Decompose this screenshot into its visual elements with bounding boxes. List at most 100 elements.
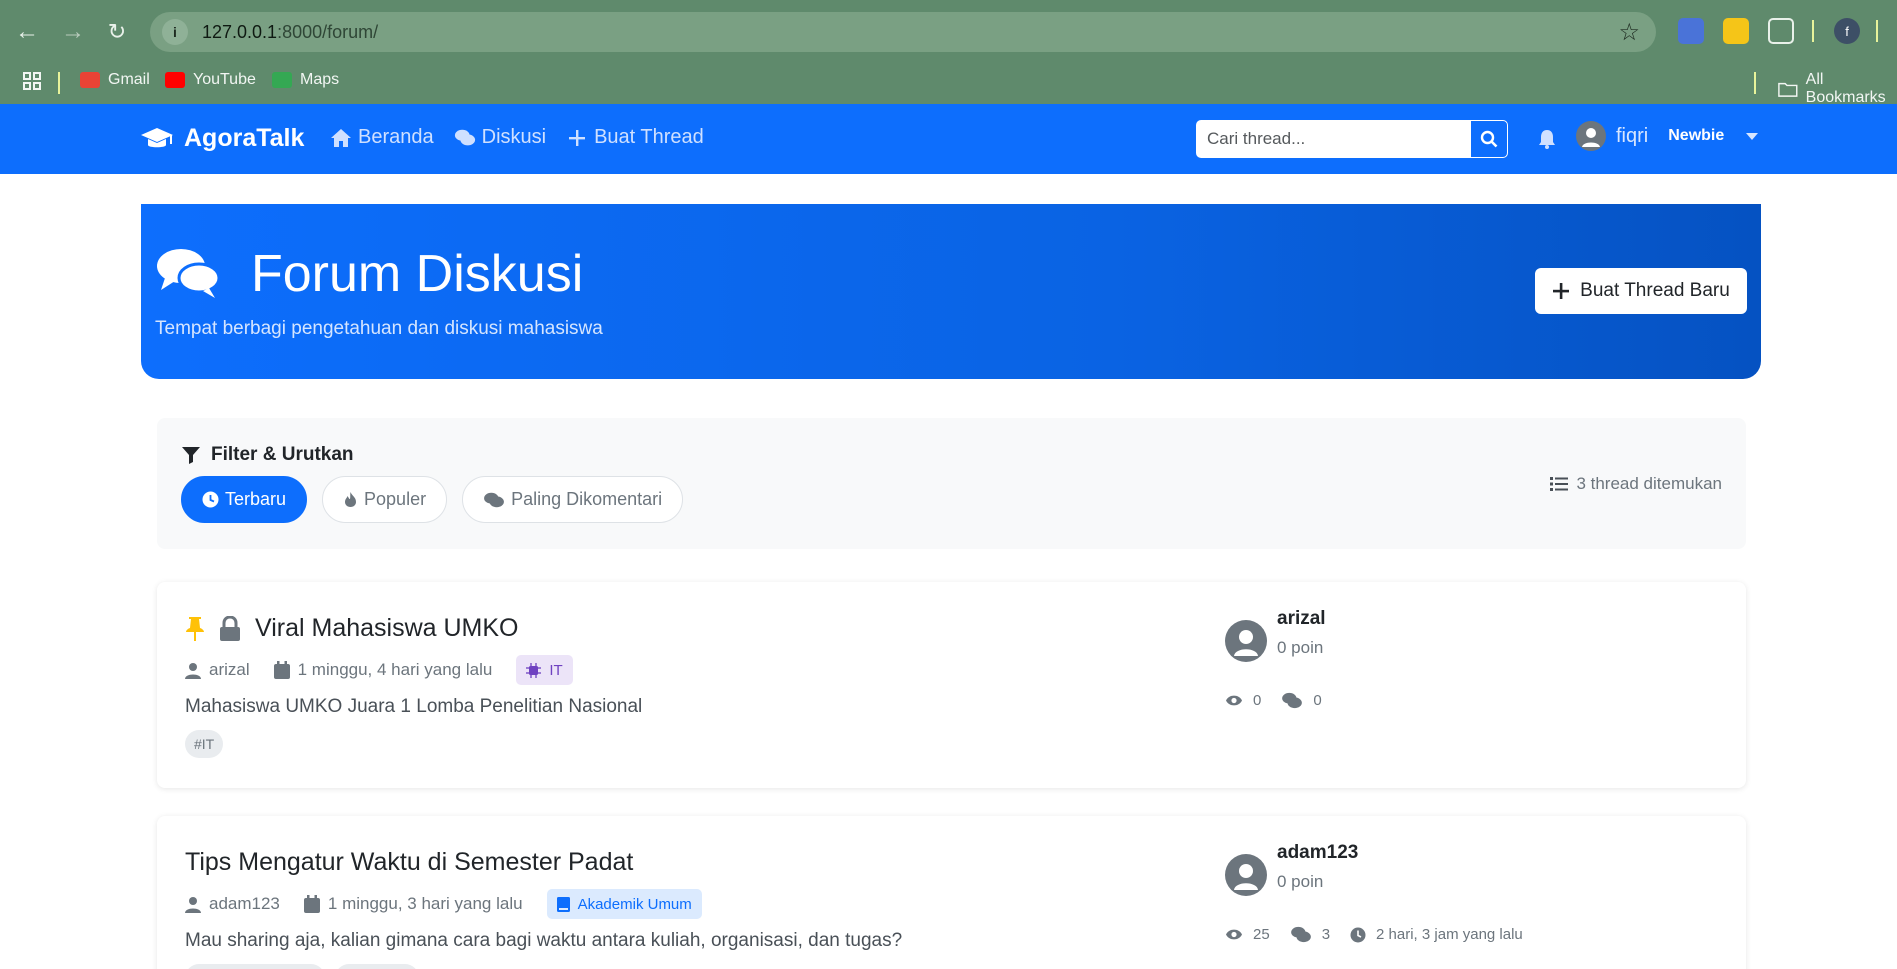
thread-meta: adam123 1 minggu, 3 hari yang lalu Akade… (185, 889, 702, 919)
sort-terbaru[interactable]: Terbaru (181, 476, 308, 523)
comment-count-value: 0 (1313, 692, 1322, 709)
eye-icon (1226, 695, 1242, 706)
folder-icon (1778, 82, 1798, 97)
pin-icon (186, 616, 204, 641)
thread-title[interactable]: Tips Mengatur Waktu di Semester Padat (185, 848, 633, 877)
user-icon (1234, 630, 1258, 656)
url-text: 127.0.0.1:8000/forum/ (202, 22, 378, 43)
search-button[interactable] (1470, 120, 1508, 158)
thread-stats: 0 0 (1225, 692, 1332, 709)
user-icon (185, 896, 201, 913)
forward-icon[interactable]: → (55, 14, 91, 50)
category-badge[interactable]: Akademik Umum (546, 889, 702, 919)
view-count: 25 (1225, 926, 1270, 943)
search-icon (1480, 130, 1498, 148)
category-badge[interactable]: IT (516, 655, 573, 685)
post-time: 1 minggu, 4 hari yang lalu (297, 660, 493, 679)
thread-card[interactable]: Tips Mengatur Waktu di Semester Padat ad… (157, 816, 1746, 969)
filter-heading: Filter & Urutkan (181, 444, 354, 466)
plus-icon (569, 129, 586, 146)
thread-title-row: Viral Mahasiswa UMKO (185, 614, 519, 643)
comments-icon (484, 492, 504, 507)
eye-icon (1226, 929, 1242, 940)
url-host: 127.0.0.1 (202, 21, 278, 42)
nav-links: Beranda Diskusi Buat Thread (330, 126, 704, 149)
thread-date: 1 minggu, 3 hari yang lalu (303, 894, 523, 914)
filter-panel: Filter & Urutkan Terbaru Populer Paling … (157, 418, 1746, 549)
sort-paling-dikomentari[interactable]: Paling Dikomentari (462, 476, 684, 523)
notification-bell-icon[interactable] (1536, 128, 1558, 150)
search-input[interactable] (1196, 120, 1471, 158)
thread-card[interactable]: Viral Mahasiswa UMKO arizal 1 minggu, 4 … (157, 582, 1746, 788)
bookmark-maps[interactable]: Maps (272, 71, 339, 89)
last-activity-value: 2 hari, 3 jam yang lalu (1376, 926, 1523, 943)
nav-link-buat-thread[interactable]: Buat Thread (566, 126, 704, 149)
last-activity: 2 hari, 3 jam yang lalu (1350, 926, 1523, 943)
bookmark-star-icon[interactable]: ☆ (1618, 18, 1640, 47)
tag-chip[interactable] (185, 964, 325, 969)
new-thread-button[interactable]: Buat Thread Baru (1535, 268, 1747, 314)
plus-icon (1553, 283, 1570, 299)
sort-options: Terbaru Populer Paling Dikomentari (181, 476, 684, 523)
all-bookmarks[interactable]: All Bookmarks (1778, 71, 1897, 107)
comments-icon (1282, 692, 1303, 709)
bookmarks-divider (58, 72, 60, 94)
comments-icon (454, 129, 475, 145)
bookmark-label: Maps (300, 71, 340, 88)
page-title: Forum Diskusi (251, 245, 584, 303)
book-icon (556, 896, 570, 912)
bookmark-youtube[interactable]: YouTube (165, 71, 256, 89)
home-icon (331, 128, 351, 147)
comment-count: 3 (1290, 926, 1330, 943)
user-rank: Newbie (1668, 127, 1725, 144)
maps-icon (272, 72, 292, 88)
post-time: 1 minggu, 3 hari yang lalu (327, 894, 523, 913)
profile-avatar[interactable]: f (1834, 18, 1860, 44)
keep-extension-icon[interactable] (1723, 18, 1749, 44)
apps-grid-icon[interactable] (22, 71, 42, 91)
address-bar[interactable]: i 127.0.0.1:8000/forum/ ☆ (150, 12, 1656, 52)
nav-link-beranda[interactable]: Beranda (330, 126, 434, 149)
filter-icon (182, 447, 200, 464)
user-menu[interactable]: fiqri Newbie (1576, 121, 1759, 151)
tag-chip[interactable] (335, 964, 419, 969)
calendar-icon (273, 661, 290, 679)
author-name[interactable]: arizal (1277, 608, 1326, 630)
author-name[interactable]: adam123 (1277, 842, 1358, 864)
chevron-down-icon (1746, 132, 1759, 140)
sort-label: Paling Dikomentari (511, 489, 663, 509)
toolbar-divider (1876, 20, 1878, 42)
new-thread-label: Buat Thread Baru (1580, 280, 1730, 301)
author-name: arizal (209, 660, 250, 679)
fire-icon (345, 492, 357, 507)
back-icon[interactable]: ← (9, 14, 45, 50)
tag-chip[interactable]: #IT (185, 730, 224, 758)
comment-count: 0 (1281, 692, 1322, 709)
thread-title[interactable]: Viral Mahasiswa UMKO (255, 614, 519, 643)
extensions-icon[interactable] (1768, 18, 1794, 44)
brand-name: AgoraTalk (184, 124, 305, 152)
sort-label: Populer (364, 489, 427, 509)
thread-tags: #IT (185, 730, 224, 758)
reload-icon[interactable]: ↻ (99, 14, 135, 50)
comments-icon (1290, 926, 1311, 943)
sort-populer[interactable]: Populer (322, 476, 448, 523)
nav-link-diskusi[interactable]: Diskusi (454, 126, 546, 149)
bookmark-gmail[interactable]: Gmail (80, 71, 150, 89)
brand[interactable]: AgoraTalk (140, 124, 304, 153)
site-info-icon[interactable]: i (162, 19, 188, 45)
main-navbar: AgoraTalk Beranda Diskusi Buat Thread fi… (0, 104, 1897, 174)
author-points: 0 poin (1277, 872, 1324, 891)
hero-banner: Forum Diskusi Tempat berbagi pengetahuan… (141, 204, 1761, 379)
category-label: IT (549, 661, 563, 679)
thread-title-row: Tips Mengatur Waktu di Semester Padat (185, 848, 633, 877)
translate-extension-icon[interactable] (1678, 18, 1704, 44)
thread-excerpt: Mahasiswa UMKO Juara 1 Lomba Penelitian … (185, 696, 643, 717)
sort-label: Terbaru (225, 489, 287, 509)
calendar-icon (303, 895, 320, 913)
youtube-icon (165, 72, 185, 88)
thread-author: adam123 (185, 894, 280, 914)
author-avatar (1225, 854, 1267, 896)
view-count-value: 0 (1253, 692, 1262, 709)
bookmark-label: Gmail (108, 71, 150, 88)
